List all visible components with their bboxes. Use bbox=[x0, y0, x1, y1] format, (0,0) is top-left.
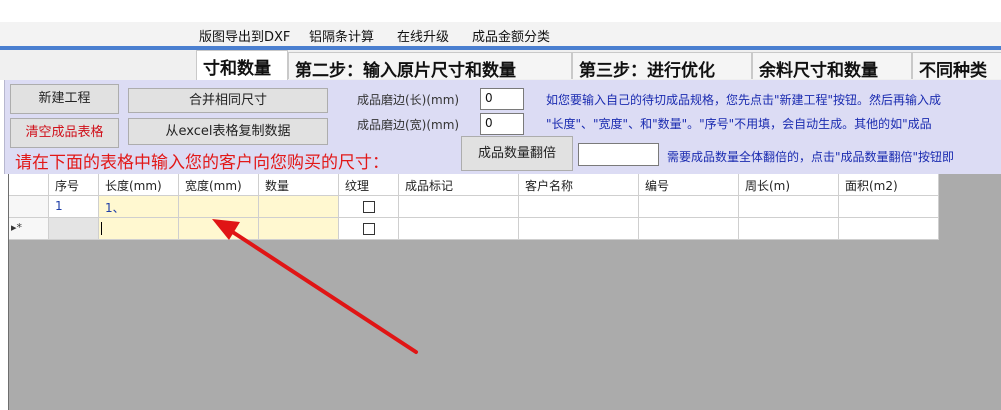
annotation-arrow-icon bbox=[212, 219, 418, 354]
